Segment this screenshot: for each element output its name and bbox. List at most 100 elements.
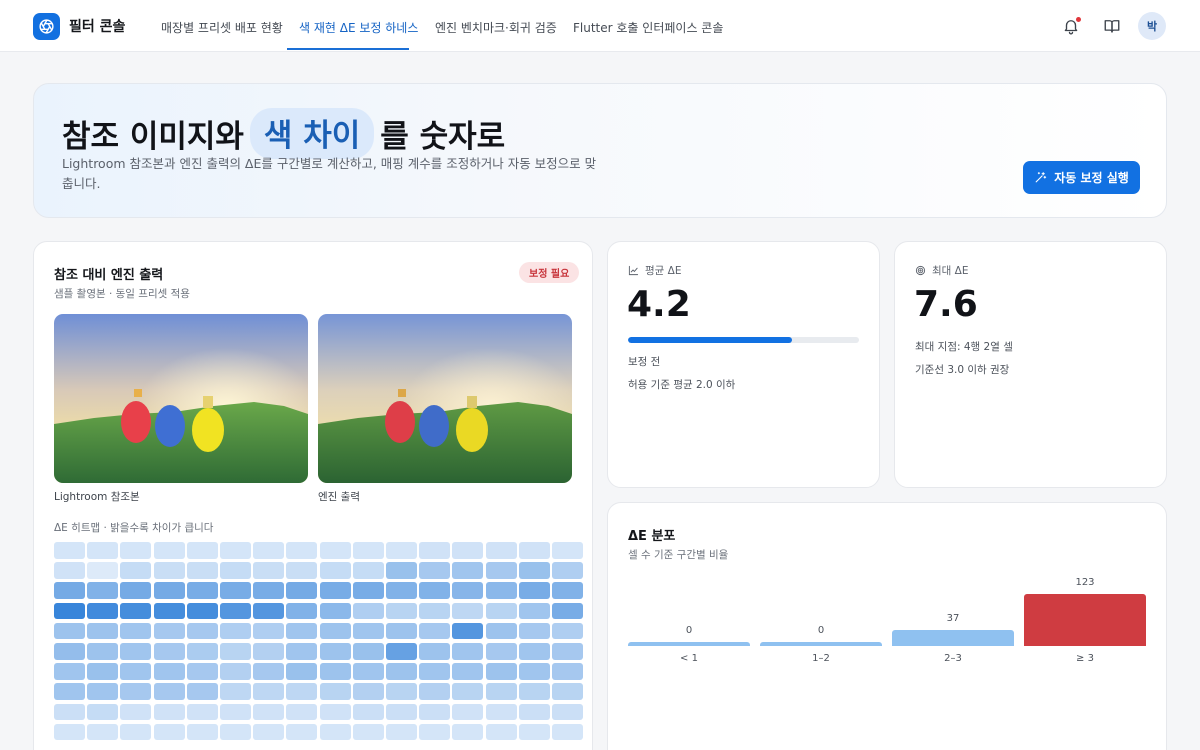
heatmap-cell (54, 622, 85, 640)
engine-caption: 엔진 출력 (318, 491, 360, 503)
heatmap-cell (419, 703, 451, 721)
heatmap-cell (54, 663, 85, 680)
heatmap-cell (120, 582, 152, 599)
tab-delta-e-harness[interactable]: 색 재현 ΔE 보정 하네스 (299, 19, 418, 36)
heatmap-cell (452, 723, 484, 741)
heatmap-cell (87, 602, 119, 620)
line-chart-icon (628, 265, 639, 276)
heatmap-cell (120, 663, 152, 680)
avatar[interactable]: 박 (1138, 12, 1166, 40)
magic-wand-icon (1035, 172, 1047, 183)
heatmap-cell (220, 542, 251, 559)
heatmap-cell (485, 562, 517, 579)
logo-aperture-icon[interactable] (33, 13, 60, 40)
heatmap-cell (220, 723, 251, 741)
distribution-title: ΔE 분포 (628, 529, 676, 544)
heatmap-cell (253, 542, 285, 559)
heatmap-cell (518, 663, 550, 680)
heatmap-cell (120, 643, 152, 660)
heatmap-cell (220, 602, 251, 620)
heatmap-cell (87, 582, 119, 599)
heatmap-cell (153, 703, 185, 721)
heatmap-cell (485, 622, 517, 640)
heatmap-cell (153, 542, 185, 559)
heatmap-cell (419, 643, 451, 660)
heatmap-cell (452, 703, 484, 721)
heatmap-cell (54, 562, 85, 579)
heatmap-cell (286, 602, 318, 620)
tab-preset-deployment[interactable]: 매장별 프리셋 배포 현황 (161, 19, 283, 36)
distribution-subtitle: 셀 수 기준 구간별 비율 (628, 549, 729, 561)
heatmap-cell (352, 562, 384, 579)
heatmap-cell (54, 542, 85, 559)
heatmap-cell (253, 562, 285, 579)
heatmap-cell (186, 602, 218, 620)
heatmap-cell (87, 703, 119, 721)
heatmap-cell (352, 703, 384, 721)
heatmap-cell (485, 643, 517, 660)
heatmap-cell (220, 643, 251, 660)
heatmap-cell (120, 723, 152, 741)
auto-correct-label: 자동 보정 실행 (1054, 171, 1129, 185)
heatmap-cell (419, 582, 451, 599)
heatmap-cell (352, 643, 384, 660)
heatmap-cell (87, 542, 119, 559)
heatmap-cell (386, 663, 417, 680)
heatmap-cell (153, 643, 185, 660)
heatmap-cell (352, 602, 384, 620)
heatmap-cell (419, 723, 451, 741)
max-delta-e-card: 최대 ΔE 7.6 최대 지점: 4행 2열 셀 기준선 3.0 이하 권장 (894, 241, 1167, 488)
target-icon (915, 265, 926, 276)
heatmap-cell (518, 542, 550, 559)
heatmap-cell (54, 602, 85, 620)
avg-delta-e-meter (628, 337, 859, 343)
heatmap-cell (386, 723, 417, 741)
heatmap-cell (319, 542, 351, 559)
heatmap-cell (452, 622, 484, 640)
page-title: 참조 이미지와 색 차이 를 숫자로 (62, 108, 505, 159)
heatmap-cell (253, 723, 285, 741)
bar-value-label: 0 (817, 625, 825, 636)
heatmap-cell (120, 622, 152, 640)
distribution-bar[interactable] (628, 642, 750, 646)
auto-correct-button[interactable]: 자동 보정 실행 (1023, 161, 1140, 194)
book-icon[interactable] (1103, 17, 1121, 35)
heatmap-cell (518, 643, 550, 660)
heatmap-cell (518, 723, 550, 741)
heatmap-cell (286, 582, 318, 599)
avg-delta-e-value: 4.2 (627, 284, 691, 325)
heatmap-cell (552, 602, 583, 620)
comparison-subtitle: 샘플 촬영본 · 동일 프리셋 적용 (54, 288, 190, 300)
heatmap-cell (419, 663, 451, 680)
bar-category-label: 1–2 (812, 653, 830, 664)
heatmap-cell (87, 643, 119, 660)
heatmap-cell (319, 622, 351, 640)
heatmap-cell (153, 683, 185, 700)
heatmap-cell (452, 643, 484, 660)
heatmap-cell (386, 703, 417, 721)
heatmap-cell (87, 663, 119, 680)
avg-label-text: 평균 ΔE (645, 265, 682, 277)
avg-delta-e-card: 평균 ΔE 4.2 보정 전 허용 기준 평균 2.0 이하 (607, 241, 880, 488)
heatmap-cell (552, 703, 583, 721)
distribution-bar[interactable] (760, 642, 882, 646)
reference-image (54, 314, 308, 483)
heatmap-cell (319, 643, 351, 660)
heatmap-cell (54, 582, 85, 599)
heatmap-cell (352, 663, 384, 680)
reference-caption: Lightroom 참조본 (54, 491, 140, 503)
tab-flutter-console[interactable]: Flutter 호출 인터페이스 콘솔 (573, 19, 723, 36)
heatmap-cell (253, 663, 285, 680)
heatmap-cell (552, 643, 583, 660)
distribution-bar[interactable] (1024, 594, 1146, 646)
heatmap-cell (220, 582, 251, 599)
heatmap-cell (518, 622, 550, 640)
active-tab-indicator (287, 48, 409, 50)
tab-engine-benchmark[interactable]: 엔진 벤치마크·회귀 검증 (435, 19, 557, 36)
avg-delta-e-meter-fill (628, 337, 792, 343)
distribution-bar[interactable] (892, 630, 1014, 646)
heatmap-cell (153, 602, 185, 620)
heatmap-cell (186, 703, 218, 721)
notification-dot (1076, 17, 1081, 22)
heatmap-cell (452, 582, 484, 599)
